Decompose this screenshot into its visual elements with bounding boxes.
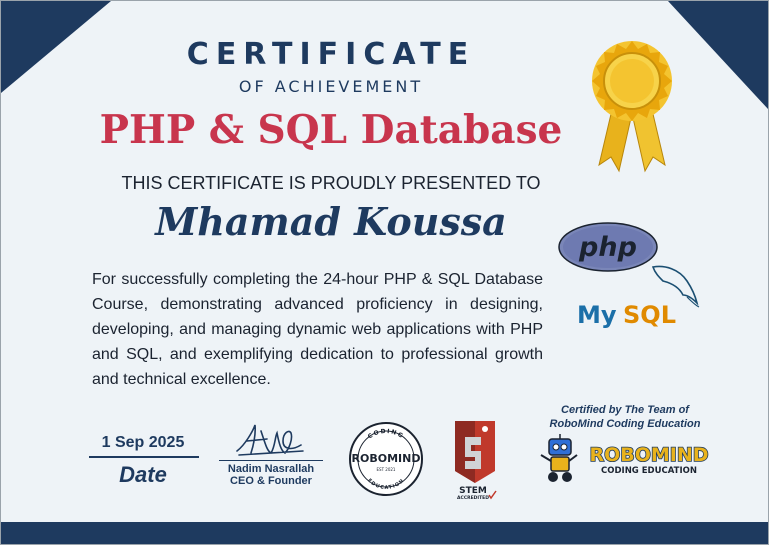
certified-by-line-1: Certified by The Team of [561,404,689,416]
certificate-subtitle: OF ACHIEVEMENT [238,77,424,96]
mysql-logo-text-sql: SQL [623,301,676,329]
robomind-logo: ROBOMIND CODING EDUCATION [540,434,709,482]
course-name: PHP & SQL Database [99,107,563,153]
robomind-wordmark: ROBOMIND [589,444,708,466]
stem-accredited-badge: STEM ACCREDITED [455,421,497,501]
certificate: CERTIFICATE OF ACHIEVEMENT PHP & SQL Dat… [0,0,769,545]
corner-decoration-right [668,1,768,109]
signature-image [236,424,304,456]
presented-to-text: THIS CERTIFICATE IS PROUDLY PRESENTED TO [121,173,541,193]
bottom-border-bar [1,522,768,544]
seal-name-text: ROBOMIND [352,452,421,465]
date-underline [89,456,199,458]
stem-text: STEM [459,486,487,496]
certified-by-line-2: RoboMind Coding Education [549,418,701,430]
signer-title: CEO & Founder [230,475,312,487]
recipient-name: Mhamad Koussa [155,199,507,244]
corner-decoration-left [1,1,111,93]
signature-line [219,460,323,461]
issue-date: 1 Sep 2025 [101,434,185,451]
robomind-tagline: CODING EDUCATION [601,466,697,476]
certified-by-text: Certified by The Team of RoboMind Coding… [536,403,714,431]
seal-est-text: EST 2021 [377,467,396,472]
robomind-seal-logo: CODING EDUCATION ROBOMIND EST 2021 [349,422,423,496]
mysql-logo: My SQL [577,265,700,329]
signer-name: Nadim Nasrallah [227,463,315,475]
mysql-logo-text-my: My [577,301,617,329]
certificate-title: CERTIFICATE [186,37,476,72]
date-label: Date [119,462,167,487]
stem-accredited-text: ACCREDITED [457,495,489,501]
certificate-description: For successfully completing the 24-hour … [92,271,543,388]
award-medal-icon [592,41,672,173]
php-logo-text: php [578,232,637,263]
